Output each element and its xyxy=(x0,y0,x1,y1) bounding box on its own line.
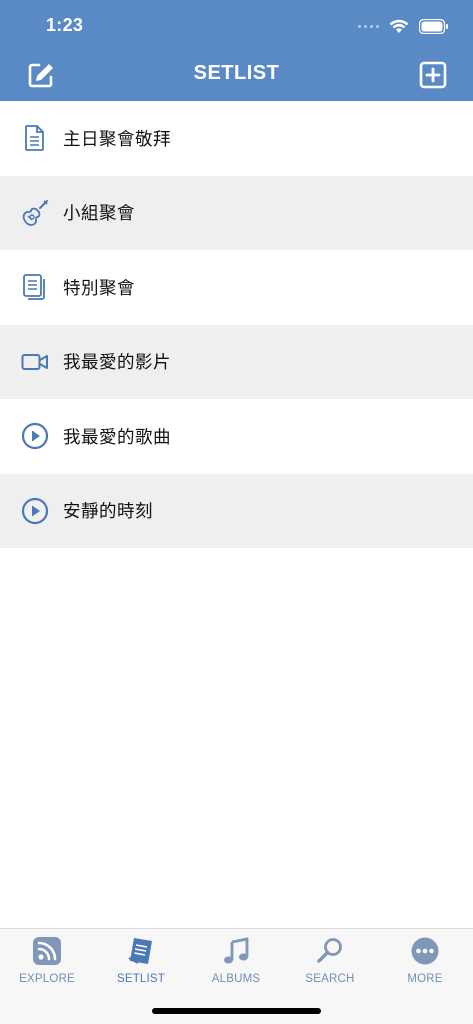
tab-explore[interactable]: EXPLORE xyxy=(0,935,94,995)
list-item[interactable]: 小組聚會 xyxy=(0,175,473,250)
tab-label: EXPLORE xyxy=(19,973,75,985)
plus-square-icon xyxy=(419,61,447,89)
wifi-icon xyxy=(389,19,409,33)
tab-search[interactable]: SEARCH xyxy=(283,935,377,995)
add-setlist-button[interactable] xyxy=(418,60,448,90)
battery-icon xyxy=(419,18,448,34)
tab-albums[interactable]: ALBUMS xyxy=(189,935,283,995)
setlist-list: 主日聚會敬拜 小組聚會 特別聚會 我最愛的影片 我最愛的歌曲 安靜的時刻 xyxy=(0,101,473,548)
list-item-label: 我最愛的影片 xyxy=(63,352,171,373)
header-bar: 1:23 SETLIST xyxy=(0,0,473,101)
search-icon xyxy=(314,935,346,967)
video-camera-icon xyxy=(20,347,50,377)
list-item-label: 小組聚會 xyxy=(63,203,135,224)
list-item[interactable]: 我最愛的歌曲 xyxy=(0,399,473,474)
tab-label: MORE xyxy=(407,973,443,985)
list-item[interactable]: 主日聚會敬拜 xyxy=(0,101,473,176)
music-note-icon xyxy=(220,935,252,967)
status-time: 1:23 xyxy=(46,15,84,35)
documents-stack-icon xyxy=(20,272,50,302)
setlist-icon xyxy=(125,935,157,967)
tab-more[interactable]: MORE xyxy=(378,935,472,995)
document-icon xyxy=(20,123,50,153)
tab-label: SETLIST xyxy=(116,973,166,985)
status-icons xyxy=(358,16,449,36)
list-item-label: 安靜的時刻 xyxy=(63,501,153,522)
list-item-label: 我最愛的歌曲 xyxy=(63,426,171,447)
tab-setlist[interactable]: SETLIST xyxy=(94,935,188,995)
guitar-icon xyxy=(20,198,50,228)
signal-icon xyxy=(358,24,379,28)
play-circle-icon xyxy=(20,421,50,451)
list-item[interactable]: 安靜的時刻 xyxy=(0,473,473,548)
more-icon xyxy=(409,935,441,967)
list-item[interactable]: 特別聚會 xyxy=(0,250,473,325)
tab-label: SEARCH xyxy=(305,973,355,985)
list-item[interactable]: 我最愛的影片 xyxy=(0,324,473,399)
page-title: SETLIST xyxy=(193,62,280,84)
tab-label: ALBUMS xyxy=(211,973,261,985)
list-item-label: 主日聚會敬拜 xyxy=(63,128,171,149)
play-circle-icon xyxy=(20,496,50,526)
rss-icon xyxy=(31,935,63,967)
home-indicator xyxy=(152,1008,321,1014)
list-item-label: 特別聚會 xyxy=(63,277,135,298)
